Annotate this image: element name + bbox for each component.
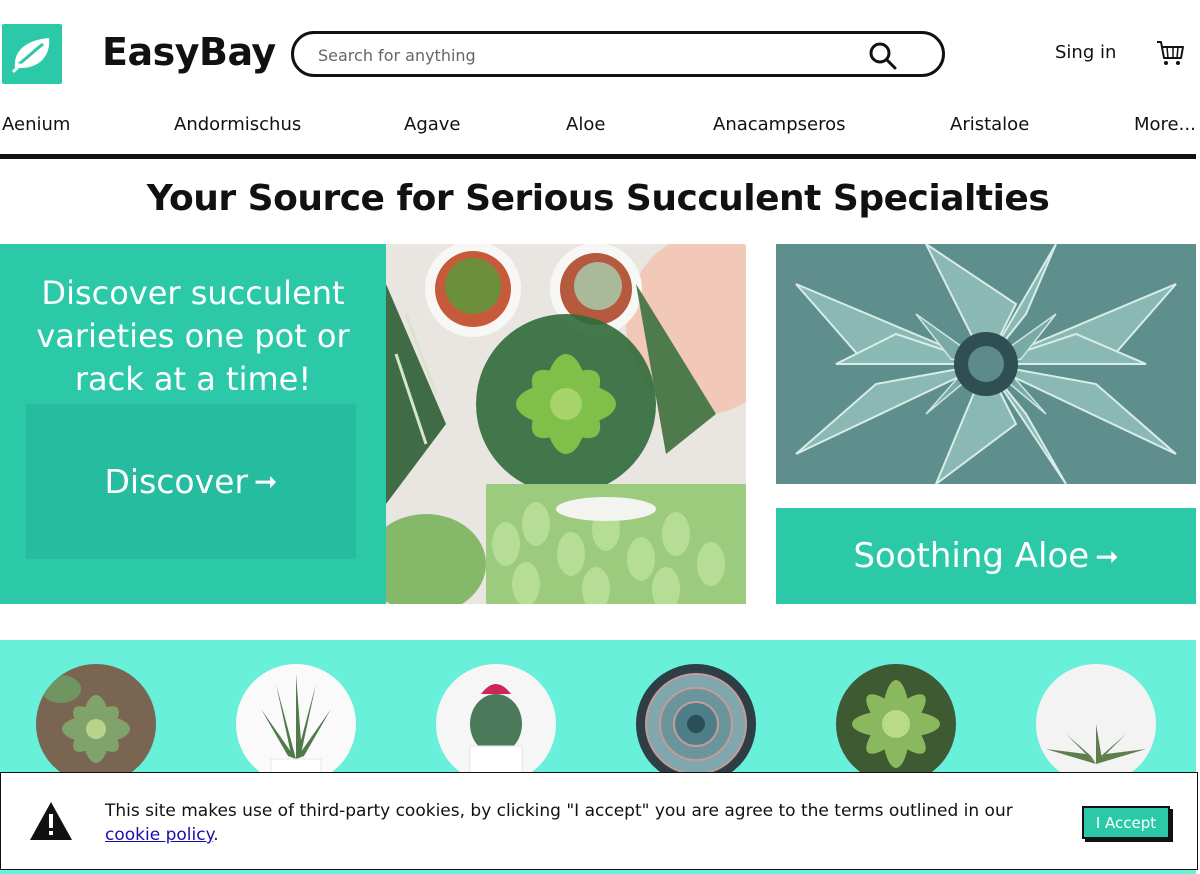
- hero-promo: Discover succulent varieties one pot or …: [0, 244, 386, 604]
- plant-circle[interactable]: [436, 664, 556, 784]
- plant-thumbnail: [836, 664, 956, 784]
- soothing-aloe-button[interactable]: Soothing Aloe ➞: [776, 508, 1196, 604]
- cookie-policy-link[interactable]: cookie policy: [105, 825, 213, 845]
- plant-thumbnail: [436, 664, 556, 784]
- agave-image: [776, 244, 1196, 484]
- nav-item-aristaloe[interactable]: Aristaloe: [950, 114, 1029, 135]
- plant-thumbnail: [636, 664, 756, 784]
- search-bar: [291, 31, 945, 77]
- nav-item-anacampseros[interactable]: Anacampseros: [713, 114, 846, 135]
- agave-photo[interactable]: [776, 244, 1196, 484]
- accept-cookies-button[interactable]: I Accept: [1082, 806, 1170, 839]
- signin-link[interactable]: Sing in: [1055, 42, 1116, 63]
- plant-circle[interactable]: [836, 664, 956, 784]
- plant-thumbnail: [36, 664, 156, 784]
- aloe-label: Soothing Aloe: [853, 536, 1090, 576]
- succulents-photo[interactable]: [386, 244, 746, 604]
- plant-thumbnail: [1036, 664, 1156, 784]
- arrow-right-icon: ➞: [1095, 539, 1119, 573]
- cookie-period: .: [213, 825, 219, 845]
- brand-name[interactable]: EasyBay: [102, 30, 276, 74]
- plant-thumbnail: [236, 664, 356, 784]
- logo[interactable]: [2, 24, 62, 84]
- nav-divider: [0, 154, 1196, 159]
- arrow-right-icon: ➞: [254, 465, 278, 498]
- search-input[interactable]: [318, 43, 838, 67]
- plant-circle[interactable]: [236, 664, 356, 784]
- hero-text: Discover succulent varieties one pot or …: [36, 274, 350, 398]
- nav-item-agave[interactable]: Agave: [404, 114, 461, 135]
- discover-button[interactable]: Discover ➞: [26, 404, 356, 559]
- plant-circle[interactable]: [36, 664, 156, 784]
- cookie-text: This site makes use of third-party cooki…: [105, 801, 1013, 821]
- cookie-message: This site makes use of third-party cooki…: [105, 799, 1055, 847]
- search-icon[interactable]: [868, 41, 898, 71]
- cookie-banner: This site makes use of third-party cooki…: [0, 772, 1198, 870]
- nav-item-aenium[interactable]: Aenium: [2, 114, 70, 135]
- nav-item-more[interactable]: More...: [1134, 114, 1196, 135]
- leaf-icon: [11, 38, 50, 74]
- discover-label: Discover: [104, 462, 249, 501]
- page-headline: Your Source for Serious Succulent Specia…: [146, 178, 1050, 219]
- category-nav: Aenium Andormischus Agave Aloe Anacampse…: [0, 112, 1196, 140]
- nav-item-andormischus[interactable]: Andormischus: [174, 114, 301, 135]
- plant-circle[interactable]: [636, 664, 756, 784]
- warning-icon: [30, 802, 72, 840]
- cart-icon[interactable]: [1155, 38, 1185, 68]
- plant-circle[interactable]: [1036, 664, 1156, 784]
- nav-item-aloe[interactable]: Aloe: [566, 114, 605, 135]
- succulents-image: [386, 244, 746, 604]
